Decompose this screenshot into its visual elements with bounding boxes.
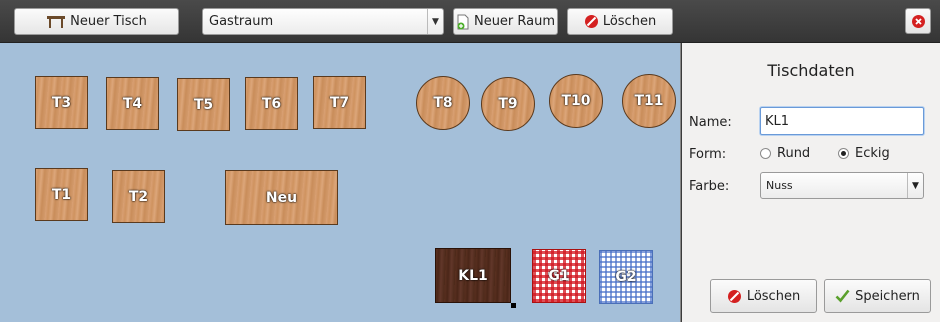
table-g2[interactable]: G2 [599, 250, 653, 304]
name-input[interactable]: KL1 [760, 107, 924, 135]
radio-square-indicator [838, 148, 849, 159]
delete-table-button[interactable]: Löschen [710, 279, 817, 313]
radio-round-indicator [760, 148, 771, 159]
name-label: Name: [689, 115, 732, 130]
delete-room-label: Löschen [602, 14, 657, 29]
add-document-icon [456, 14, 470, 30]
table-g1[interactable]: G1 [532, 249, 586, 303]
floor-plan-canvas[interactable]: T3 T4 T5 T6 T7 T8 T9 T10 T11 T1 T2 Neu K… [0, 43, 681, 322]
room-select[interactable]: Gastraum ▼ [202, 8, 444, 35]
color-label: Farbe: [689, 179, 730, 194]
save-button[interactable]: Speichern [824, 279, 931, 313]
table-t2[interactable]: T2 [112, 170, 165, 223]
resize-handle[interactable] [511, 303, 516, 308]
delete-table-label: Löschen [746, 288, 801, 304]
form-label: Form: [689, 147, 727, 162]
panel-title: Tischdaten [767, 61, 855, 80]
table-t11[interactable]: T11 [622, 74, 676, 128]
form-option-round-label: Rund [777, 146, 811, 161]
color-select[interactable]: Nuss ▼ [760, 172, 924, 199]
table-t9[interactable]: T9 [481, 77, 535, 131]
form-radio-square[interactable]: Eckig [838, 146, 890, 161]
chevron-down-icon: ▼ [427, 9, 443, 34]
new-room-button[interactable]: Neuer Raum [453, 8, 558, 35]
form-radio-round[interactable]: Rund [760, 146, 810, 161]
table-icon [46, 15, 66, 29]
save-label: Speichern [855, 288, 920, 304]
table-details-panel: Tischdaten Name: KL1 Form: Rund Eckig Fa… [682, 43, 940, 322]
toolbar: Neuer Tisch Gastraum ▼ Neuer Raum Lösche… [0, 0, 940, 43]
table-t7[interactable]: T7 [313, 76, 366, 129]
table-t5[interactable]: T5 [177, 78, 230, 131]
delete-icon [727, 289, 742, 304]
table-t1[interactable]: T1 [35, 168, 88, 221]
table-kl1[interactable]: KL1 [435, 248, 511, 303]
table-t3[interactable]: T3 [35, 76, 88, 129]
delete-room-button[interactable]: Löschen [567, 8, 673, 35]
delete-icon [584, 14, 599, 29]
table-t4[interactable]: T4 [106, 77, 159, 130]
new-table-button[interactable]: Neuer Tisch [14, 8, 179, 35]
new-room-label: Neuer Raum [473, 14, 556, 29]
close-button[interactable] [905, 8, 931, 34]
chevron-down-icon: ▼ [907, 173, 923, 198]
close-icon [911, 14, 926, 29]
table-t6[interactable]: T6 [245, 77, 298, 130]
checkmark-icon [835, 289, 850, 303]
new-table-label: Neuer Tisch [70, 14, 147, 29]
color-select-value: Nuss [766, 179, 793, 192]
form-option-square-label: Eckig [855, 146, 890, 161]
room-select-value: Gastraum [209, 14, 274, 29]
table-t8[interactable]: T8 [416, 76, 470, 130]
table-neu[interactable]: Neu [225, 170, 338, 225]
table-t10[interactable]: T10 [549, 74, 603, 128]
